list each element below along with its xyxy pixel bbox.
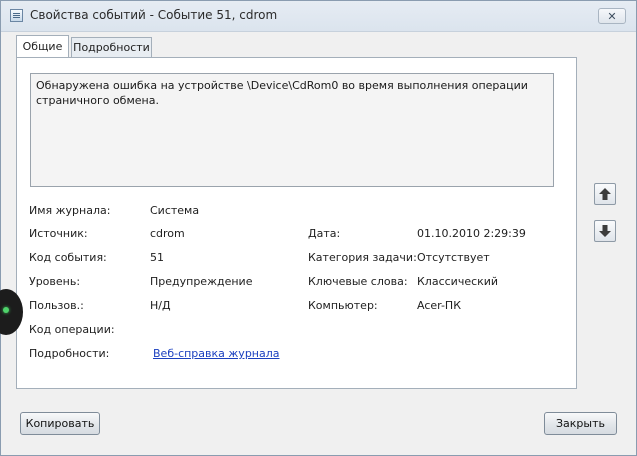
log-name-value: Система bbox=[150, 204, 200, 217]
close-window-button[interactable]: ✕ bbox=[598, 8, 626, 24]
event-viewer-icon bbox=[10, 9, 23, 22]
event-properties-window: Свойства событий - Событие 51, cdrom ✕ О… bbox=[0, 0, 637, 456]
computer-value: Acer-ПК bbox=[417, 299, 462, 312]
event-id-value: 51 bbox=[150, 251, 164, 264]
more-info-label: Подробности: bbox=[29, 347, 110, 360]
source-value: cdrom bbox=[150, 227, 185, 240]
opcode-label: Код операции: bbox=[29, 323, 115, 336]
copy-button[interactable]: Копировать bbox=[20, 412, 100, 435]
date-value: 01.10.2010 2:29:39 bbox=[417, 227, 526, 240]
keywords-label: Ключевые слова: bbox=[308, 275, 408, 288]
event-log-online-help-link[interactable]: Веб-справка журнала bbox=[153, 347, 280, 360]
user-label: Пользов.: bbox=[29, 299, 84, 312]
source-label: Источник: bbox=[29, 227, 88, 240]
previous-event-button[interactable] bbox=[594, 183, 616, 205]
tab-general[interactable]: Общие bbox=[16, 35, 69, 57]
general-tab-panel: Обнаружена ошибка на устройстве \Device\… bbox=[16, 57, 577, 389]
date-label: Дата: bbox=[308, 227, 341, 240]
tab-details[interactable]: Подробности bbox=[71, 37, 152, 57]
level-value: Предупреждение bbox=[150, 275, 253, 288]
arrow-down-icon bbox=[599, 225, 611, 237]
event-description[interactable]: Обнаружена ошибка на устройстве \Device\… bbox=[30, 73, 554, 187]
log-name-label: Имя журнала: bbox=[29, 204, 111, 217]
next-event-button[interactable] bbox=[594, 220, 616, 242]
task-category-value: Отсутствует bbox=[417, 251, 490, 264]
close-icon: ✕ bbox=[607, 9, 617, 23]
keywords-value: Классический bbox=[417, 275, 499, 288]
close-button[interactable]: Закрыть bbox=[544, 412, 617, 435]
window-title: Свойства событий - Событие 51, cdrom bbox=[30, 8, 278, 22]
level-label: Уровень: bbox=[29, 275, 81, 288]
event-id-label: Код события: bbox=[29, 251, 107, 264]
user-value: Н/Д bbox=[150, 299, 171, 312]
computer-label: Компьютер: bbox=[308, 299, 378, 312]
task-category-label: Категория задачи: bbox=[308, 251, 417, 264]
arrow-up-icon bbox=[599, 188, 611, 200]
title-bar: Свойства событий - Событие 51, cdrom ✕ bbox=[1, 1, 636, 32]
